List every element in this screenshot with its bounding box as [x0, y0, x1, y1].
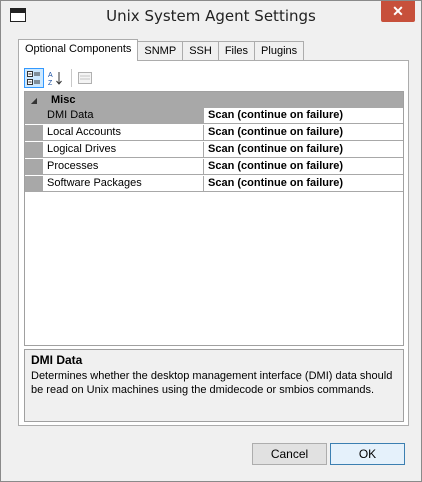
categorized-button[interactable]: [24, 68, 44, 88]
description-text: Determines whether the desktop managemen…: [31, 370, 393, 396]
property-name[interactable]: Logical Drives: [43, 142, 204, 158]
collapse-triangle-icon[interactable]: ◢: [25, 96, 43, 105]
tab-snmp[interactable]: SNMP: [137, 41, 184, 61]
category-row-misc[interactable]: ◢ Misc: [25, 92, 403, 108]
row-gutter: [25, 125, 43, 141]
cancel-button[interactable]: Cancel: [252, 443, 327, 465]
row-gutter: [25, 159, 43, 175]
tab-strip: Optional Components SNMP SSH Files Plugi…: [18, 39, 305, 61]
tab-files[interactable]: Files: [217, 41, 256, 61]
property-value[interactable]: Scan (continue on failure): [204, 159, 403, 175]
description-pane: DMI Data Determines whether the desktop …: [24, 349, 404, 422]
title-bar[interactable]: Unix System Agent Settings ✕: [1, 1, 421, 32]
property-row-logical-drives[interactable]: Logical Drives Scan (continue on failure…: [25, 142, 403, 158]
property-row-software-packages[interactable]: Software Packages Scan (continue on fail…: [25, 176, 403, 192]
svg-text:Z: Z: [48, 80, 53, 86]
category-label: Misc: [51, 94, 76, 106]
tab-plugins[interactable]: Plugins: [254, 41, 305, 61]
categorized-icon: [27, 71, 40, 85]
property-row-dmi-data[interactable]: DMI Data Scan (continue on failure): [25, 108, 403, 124]
alphabetical-button[interactable]: A Z: [46, 68, 66, 88]
settings-window: Unix System Agent Settings ✕ Optional Co…: [0, 0, 422, 482]
property-name[interactable]: Software Packages: [43, 176, 204, 192]
property-value[interactable]: Scan (continue on failure): [204, 125, 403, 141]
tab-optional-components[interactable]: Optional Components: [18, 39, 139, 61]
close-button[interactable]: ✕: [381, 1, 415, 22]
property-value[interactable]: Scan (continue on failure): [204, 142, 403, 158]
property-name[interactable]: Processes: [43, 159, 204, 175]
app-window-icon: [10, 8, 26, 22]
property-row-processes[interactable]: Processes Scan (continue on failure): [25, 159, 403, 175]
property-name[interactable]: Local Accounts: [43, 125, 204, 141]
property-pages-icon: [78, 72, 92, 84]
tab-ssh[interactable]: SSH: [182, 41, 219, 61]
alphabetical-sort-icon: A Z: [48, 72, 62, 86]
property-value[interactable]: Scan (continue on failure): [204, 176, 403, 192]
svg-text:A: A: [48, 72, 53, 79]
property-pages-button[interactable]: [75, 68, 95, 88]
window-title: Unix System Agent Settings: [106, 7, 316, 25]
property-grid-toolbar: A Z: [24, 65, 97, 91]
optional-components-panel: A Z ◢ Misc DMI Data Scan (continue on fa…: [18, 60, 409, 426]
property-grid: ◢ Misc DMI Data Scan (continue on failur…: [24, 91, 404, 346]
property-name[interactable]: DMI Data: [43, 108, 204, 124]
description-title: DMI Data: [31, 353, 83, 367]
row-gutter: [25, 142, 43, 158]
ok-button[interactable]: OK: [330, 443, 405, 465]
property-value[interactable]: Scan (continue on failure): [204, 108, 403, 124]
row-gutter: [25, 176, 43, 192]
toolbar-separator: [71, 69, 72, 87]
property-row-local-accounts[interactable]: Local Accounts Scan (continue on failure…: [25, 125, 403, 141]
row-gutter: [25, 108, 43, 124]
